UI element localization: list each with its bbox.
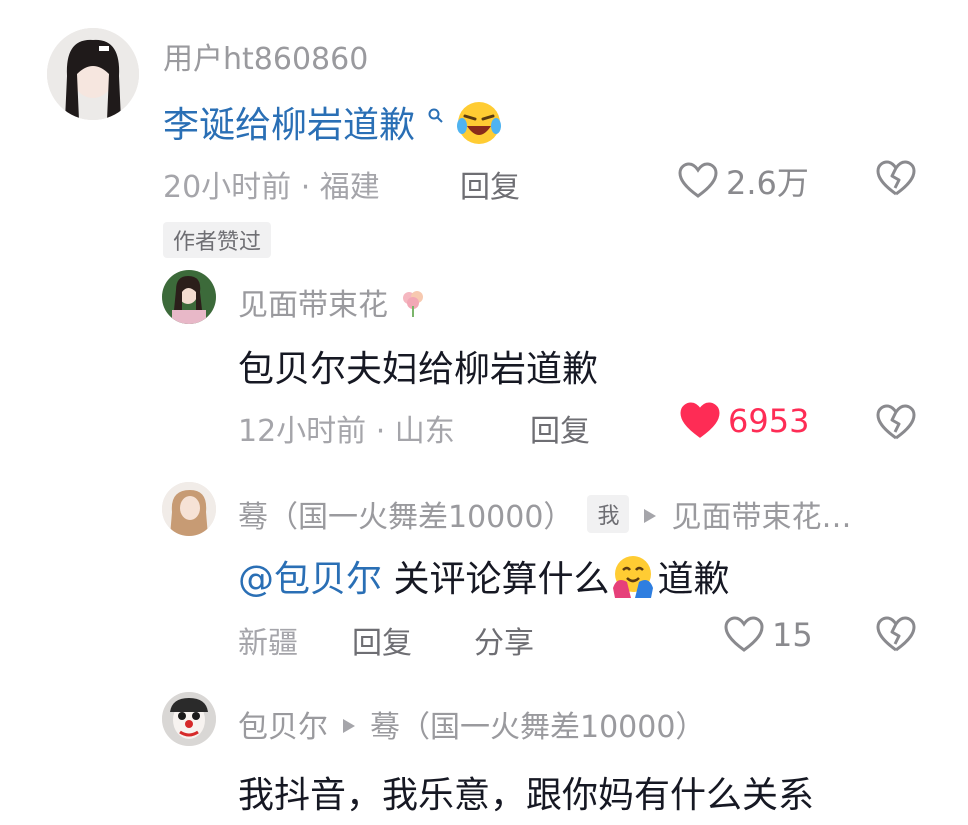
heart-icon bbox=[724, 616, 764, 654]
comment-text: 我抖音，我乐意，跟你妈有什么关系 bbox=[238, 775, 815, 816]
comment-1: 用户ht860860 李诞给柳岩道歉 20小时前 · 福建 回复 2.6万 作者… bbox=[0, 0, 968, 260]
like-button[interactable]: 2.6万 bbox=[678, 158, 809, 204]
username[interactable]: 见面带束花 bbox=[238, 280, 428, 326]
comment-text-a: 关评论算什么 bbox=[382, 559, 610, 600]
like-button[interactable]: 15 bbox=[724, 616, 813, 654]
flower-emoji bbox=[398, 288, 428, 326]
play-arrow-icon bbox=[342, 707, 356, 742]
avatar[interactable] bbox=[162, 270, 216, 324]
dislike-button[interactable] bbox=[876, 616, 916, 658]
comment-time-location: 20小时前 · 福建 bbox=[163, 170, 380, 205]
mention-link[interactable]: @包贝尔 bbox=[238, 559, 382, 600]
heart-icon bbox=[678, 162, 718, 200]
search-icon[interactable] bbox=[428, 92, 444, 133]
comment-text-b: 道歉 bbox=[657, 559, 730, 600]
dislike-heart-icon bbox=[876, 616, 916, 652]
me-badge: 我 bbox=[587, 495, 630, 533]
comment-2: 见面带束花 包贝尔夫妇给柳岩道歉 12小时前 · 山东 回复 6953 bbox=[0, 260, 968, 470]
reply-button[interactable]: 回复 bbox=[352, 618, 412, 662]
username[interactable]: 蓦（国一火舞差10000） bbox=[238, 492, 573, 536]
reply-to-username[interactable]: 蓦（国一火舞差10000） bbox=[370, 702, 705, 746]
avatar[interactable] bbox=[47, 28, 139, 120]
like-button[interactable]: 6953 bbox=[680, 402, 809, 440]
comment-3: 蓦（国一火舞差10000） 我 见面带束花… @包贝尔 关评论算什么 道歉 新疆… bbox=[0, 470, 968, 680]
comment-text: 包贝尔夫妇给柳岩道歉 bbox=[238, 349, 599, 390]
comment-text-link[interactable]: 李诞给柳岩道歉 bbox=[163, 105, 415, 146]
author-liked-badge: 作者赞过 bbox=[163, 222, 272, 258]
username[interactable]: 用户ht860860 bbox=[163, 34, 368, 78]
comment-text: @包贝尔 关评论算什么 道歉 bbox=[238, 550, 729, 609]
dislike-heart-icon bbox=[876, 404, 916, 440]
avatar[interactable] bbox=[162, 692, 216, 746]
like-count: 2.6万 bbox=[726, 164, 809, 202]
heart-icon bbox=[680, 402, 720, 440]
hug-emoji bbox=[609, 554, 657, 609]
comment-location: 新疆 bbox=[238, 626, 298, 661]
comment-time-location: 12小时前 · 山东 bbox=[238, 414, 455, 449]
comment-text: 李诞给柳岩道歉 bbox=[163, 92, 502, 155]
avatar[interactable] bbox=[162, 482, 216, 536]
username-row: 蓦（国一火舞差10000） 我 见面带束花… bbox=[238, 492, 851, 536]
username-text: 见面带束花 bbox=[238, 288, 388, 323]
like-count: 15 bbox=[772, 616, 813, 654]
like-count: 6953 bbox=[728, 402, 810, 440]
dislike-heart-icon bbox=[876, 160, 916, 196]
username[interactable]: 包贝尔 bbox=[238, 702, 328, 746]
username-row: 包贝尔 蓦（国一火舞差10000） bbox=[238, 702, 705, 746]
share-button[interactable]: 分享 bbox=[474, 618, 534, 662]
reply-button[interactable]: 回复 bbox=[530, 406, 590, 450]
dislike-button[interactable] bbox=[876, 404, 916, 446]
reply-to-username[interactable]: 见面带束花… bbox=[671, 492, 851, 536]
reply-button[interactable]: 回复 bbox=[460, 162, 520, 206]
comment-4: 包贝尔 蓦（国一火舞差10000） 我抖音，我乐意，跟你妈有什么关系 bbox=[0, 680, 968, 825]
laughing-emoji bbox=[456, 100, 502, 155]
play-arrow-icon bbox=[643, 497, 657, 532]
dislike-button[interactable] bbox=[876, 160, 916, 202]
